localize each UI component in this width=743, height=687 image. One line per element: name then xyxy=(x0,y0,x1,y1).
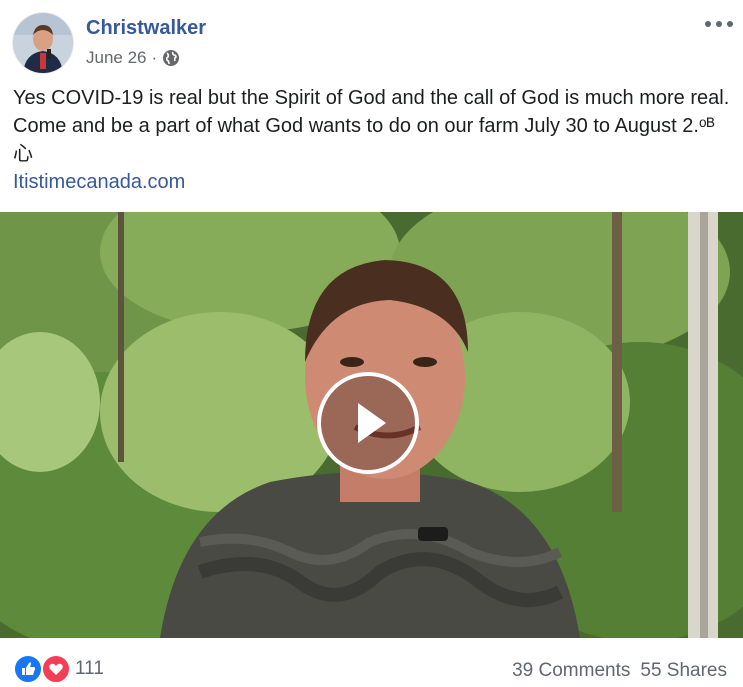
reaction-count: 111 xyxy=(75,658,104,679)
globe-icon[interactable] xyxy=(162,49,180,67)
love-icon xyxy=(41,654,71,684)
post-body: Yes COVID-19 is real but the Spirit of G… xyxy=(13,84,731,196)
like-icon xyxy=(13,654,43,684)
comments-count[interactable]: 39 Comments xyxy=(512,660,630,682)
more-dot xyxy=(727,21,733,27)
author-name[interactable]: Christwalker xyxy=(86,17,206,40)
shares-count[interactable]: 55 Shares xyxy=(640,660,727,682)
post-footer: 111 39 Comments 55 Shares xyxy=(0,646,743,687)
more-dot xyxy=(716,21,722,27)
post-meta: June 26 · xyxy=(86,48,180,68)
post-date[interactable]: June 26 xyxy=(86,48,147,68)
reactions-summary[interactable]: 111 xyxy=(13,654,104,684)
video-player[interactable] xyxy=(0,212,743,638)
post-message: Yes COVID-19 is real but the Spirit of G… xyxy=(13,87,730,165)
author-avatar[interactable] xyxy=(13,13,73,73)
post-link[interactable]: Itistimecanada.com xyxy=(13,168,185,196)
post-stats: 39 Comments 55 Shares xyxy=(512,660,727,682)
more-dot xyxy=(705,21,711,27)
more-options-icon[interactable] xyxy=(705,14,733,34)
meta-separator: · xyxy=(151,48,158,67)
play-icon[interactable] xyxy=(317,372,419,474)
post-header: Christwalker June 26 · xyxy=(0,0,743,82)
